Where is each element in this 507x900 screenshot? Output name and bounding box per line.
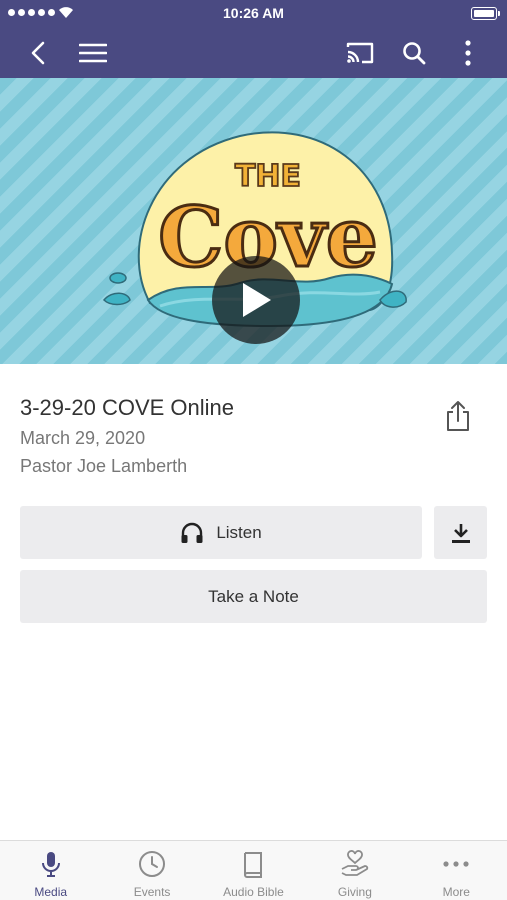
video-thumbnail[interactable]: THE Cove [0, 78, 507, 364]
take-a-note-button[interactable]: Take a Note [20, 570, 487, 623]
play-icon [243, 283, 271, 317]
media-details: 3-29-20 COVE Online March 29, 2020 Pasto… [20, 394, 440, 478]
book-icon [244, 852, 263, 878]
search-icon [403, 41, 426, 64]
media-speaker: Pastor Joe Lamberth [20, 456, 188, 476]
back-icon [31, 41, 45, 64]
menu-icon [79, 43, 107, 62]
status-bar: 10:26 AM [0, 0, 507, 27]
battery-icon [471, 7, 497, 20]
tab-audio-bible[interactable]: Audio Bible [203, 841, 304, 900]
tab-more[interactable]: More [406, 841, 507, 900]
download-button[interactable] [434, 506, 487, 559]
tab-media-label: Media [34, 885, 68, 899]
status-time: 10:26 AM [223, 5, 284, 21]
cast-button[interactable] [338, 27, 382, 78]
microphone-icon [41, 852, 60, 877]
tab-events[interactable]: Events [101, 841, 202, 900]
search-button[interactable] [392, 27, 436, 78]
tab-audio-bible-label: Audio Bible [223, 885, 284, 899]
download-icon [451, 523, 470, 543]
tab-media[interactable]: Media [0, 841, 101, 900]
tab-more-label: More [442, 885, 470, 899]
svg-text:THE: THE [235, 159, 301, 194]
more-options-button[interactable] [446, 27, 490, 78]
take-a-note-label: Take a Note [208, 586, 299, 606]
back-button[interactable] [16, 27, 60, 78]
tab-giving[interactable]: Giving [304, 841, 405, 900]
tab-giving-label: Giving [337, 885, 372, 899]
more-vertical-icon [465, 39, 471, 66]
share-icon [447, 401, 469, 431]
headphones-icon [181, 522, 203, 543]
tab-events-label: Events [133, 885, 171, 899]
giving-hand-icon [341, 850, 369, 876]
menu-button[interactable] [71, 27, 115, 78]
share-button[interactable] [443, 398, 473, 434]
media-date: March 29, 2020 [20, 428, 146, 448]
app-bar [0, 27, 507, 78]
tab-bar: Media Events Audio Bible Giving More [0, 840, 507, 900]
listen-label: Listen [216, 522, 262, 542]
play-button[interactable] [212, 256, 300, 344]
clock-icon [139, 851, 166, 877]
cast-icon [346, 42, 374, 63]
more-horizontal-icon [443, 861, 469, 867]
media-title: 3-29-20 COVE Online [20, 395, 234, 420]
listen-button[interactable]: Listen [20, 506, 422, 559]
